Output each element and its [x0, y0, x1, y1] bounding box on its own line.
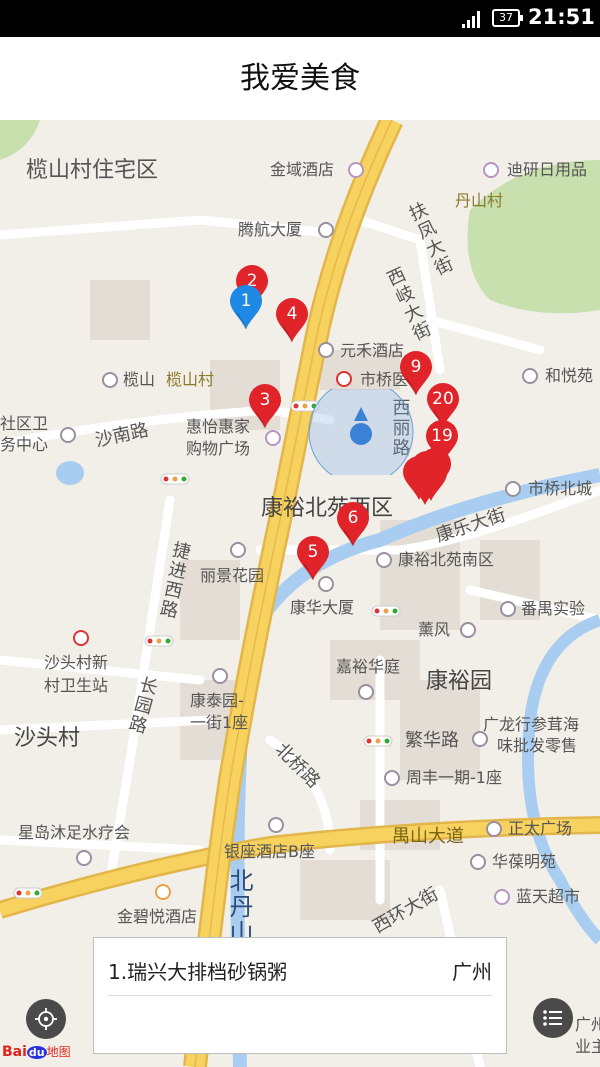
place-label: 村卫生站: [44, 676, 109, 695]
pin-number: 19: [431, 426, 453, 446]
road-label: 繁华路: [405, 730, 459, 751]
clinic-icon: [73, 630, 89, 646]
place-label: 迪研日用品: [507, 160, 588, 179]
list-icon: [543, 1010, 562, 1026]
poi-dot-icon: [460, 622, 476, 638]
place-label: 榄山: [123, 370, 156, 389]
page-title: 我爱美食: [240, 61, 360, 96]
map-view[interactable]: 榄山村住宅区 金域酒店 迪研日用品 丹山村 腾航大厦 元禾酒店 市桥医 和悦苑 …: [0, 120, 600, 1067]
place-label: 康裕北苑南区: [398, 550, 495, 569]
place-label: 嘉裕华庭: [336, 657, 401, 676]
hotel-icon: [318, 342, 334, 358]
pin-number: 5: [307, 542, 319, 562]
result-name[interactable]: 1.瑞兴大排档砂锅粥: [108, 956, 287, 985]
building-icon: [212, 668, 228, 684]
place-label: 榄山村住宅区: [26, 158, 159, 183]
result-city: 广州: [452, 960, 492, 984]
supermarket-icon: [494, 889, 510, 905]
pin-number: 9: [410, 357, 422, 377]
hotel-icon: [268, 817, 284, 833]
list-button[interactable]: [533, 998, 573, 1038]
place-label: 周丰一期-1座: [406, 768, 502, 787]
building-icon: [384, 770, 400, 786]
building-icon: [318, 222, 334, 238]
pin-marker-icon: [415, 457, 447, 501]
current-location-icon: [308, 389, 414, 475]
road-label: 北丹山: [225, 868, 253, 946]
baidu-logo: Bai du 地图: [2, 1044, 71, 1060]
place-label: 和悦苑: [545, 366, 594, 385]
place-label: 广龙行参茸海: [483, 715, 580, 734]
place-label: 番禺实验: [521, 599, 586, 618]
place-label: 金碧悦酒店: [117, 907, 198, 926]
place-label: 购物广场: [186, 439, 251, 458]
place-label: 业主: [575, 1037, 600, 1056]
road-label: 禺山大道: [392, 826, 464, 847]
shop-icon: [483, 162, 499, 178]
clock: 21:51: [528, 5, 595, 29]
school-icon: [500, 601, 516, 617]
result-card[interactable]: 1.瑞兴大排档砂锅粥 广州: [93, 937, 507, 1054]
hospital-icon: [336, 371, 352, 387]
building-icon: [505, 481, 521, 497]
place-label: 味批发零售: [497, 736, 578, 755]
spa-icon: [76, 850, 92, 866]
place-label: 社区卫: [0, 414, 49, 433]
map-pin-1[interactable]: 1: [229, 284, 263, 330]
map-pin-5[interactable]: 5: [296, 535, 330, 581]
locate-button[interactable]: [26, 999, 66, 1039]
building-icon: [486, 821, 502, 837]
map-pin-cluster[interactable]: [414, 456, 448, 502]
status-bar: 37 21:51: [0, 0, 600, 37]
battery-icon: 37: [492, 9, 523, 27]
place-label: 元禾酒店: [340, 341, 405, 360]
place-label: 沙头村新: [44, 653, 109, 672]
place-label: 腾航大厦: [238, 220, 303, 239]
map-pin-6[interactable]: 6: [336, 501, 370, 547]
poi-dot-icon: [60, 427, 76, 443]
place-label: 华葆明苑: [492, 852, 557, 871]
place-label: 康裕北苑西区: [261, 496, 394, 521]
place-label: 务中心: [0, 435, 49, 454]
pin-number: 20: [432, 389, 454, 409]
place-label: 康裕园: [426, 669, 493, 694]
pin-number: 3: [259, 390, 271, 410]
divider: [108, 995, 492, 996]
hotel-icon: [155, 884, 171, 900]
building-icon: [230, 542, 246, 558]
building-icon: [470, 854, 486, 870]
place-label: 丹山村: [455, 191, 504, 210]
pin-number: 1: [240, 291, 252, 311]
place-label: 康泰园-: [190, 691, 244, 710]
hotel-icon: [348, 162, 364, 178]
place-label: 广州: [575, 1015, 600, 1034]
place-label: 星岛沐足水疗会: [18, 823, 131, 842]
place-label: 榄山村: [166, 370, 215, 389]
shop-icon: [472, 731, 488, 747]
signal-icon: [462, 10, 484, 28]
locate-icon: [35, 1008, 57, 1030]
place-label: 薰风: [418, 620, 451, 639]
place-label: 一街1座: [190, 713, 249, 732]
place-label: 市桥北城: [528, 479, 593, 498]
place-label: 康华大厦: [290, 598, 355, 617]
map-pin-3[interactable]: 3: [248, 383, 282, 429]
place-label: 金域酒店: [270, 160, 335, 179]
pin-number: 4: [286, 304, 298, 324]
place-label: 蓝天超市: [516, 887, 581, 906]
place-label: 正太广场: [508, 819, 573, 838]
shopping-icon: [265, 430, 281, 446]
map-pin-4[interactable]: 4: [275, 297, 309, 343]
title-bar: 我爱美食: [0, 37, 600, 120]
building-icon: [358, 684, 374, 700]
place-label: 沙头村: [14, 726, 81, 751]
building-icon: [522, 368, 538, 384]
poi-dot-icon: [102, 372, 118, 388]
place-label: 丽景花园: [200, 566, 265, 585]
place-label: 银座酒店B座: [224, 842, 315, 861]
place-label: 惠怡惠家: [186, 417, 251, 436]
building-icon: [376, 552, 392, 568]
pin-number: 6: [347, 508, 359, 528]
map-base: [0, 120, 600, 1067]
